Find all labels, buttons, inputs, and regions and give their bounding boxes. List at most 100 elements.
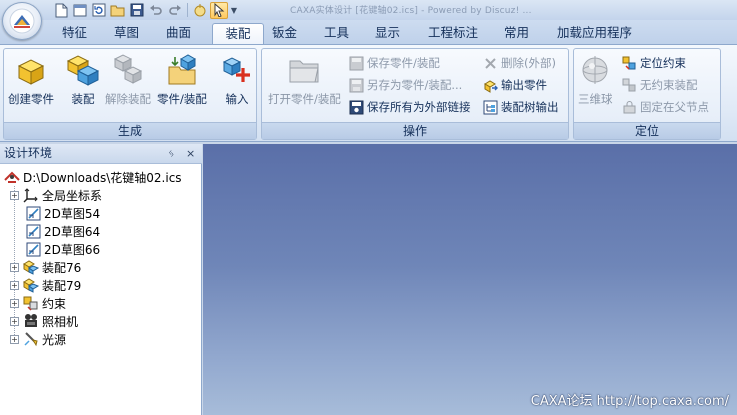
- smart-icon[interactable]: [191, 2, 209, 19]
- panel-header: 设计环境 ᛃ ×: [0, 144, 202, 164]
- constraint-node-icon: [23, 295, 39, 311]
- light-source-icon: [23, 331, 39, 347]
- expand-icon[interactable]: +: [10, 316, 19, 326]
- open-folder-icon[interactable]: [109, 2, 127, 19]
- expand-icon[interactable]: +: [10, 262, 19, 272]
- expand-icon[interactable]: +: [10, 190, 19, 200]
- tree-node-label: 全局坐标系: [42, 188, 103, 203]
- new-document-icon[interactable]: [52, 2, 70, 19]
- tree-node-label: 装配79: [42, 278, 82, 293]
- caxa-logo-icon[interactable]: [2, 2, 42, 40]
- save-part-icon: [349, 56, 364, 71]
- tab-sheet-metal[interactable]: 钣金: [266, 23, 303, 44]
- tab-load-applications[interactable]: 加载应用程序: [551, 23, 638, 44]
- 3d-viewport[interactable]: CAXA论坛 http://top.caxa.com/: [203, 144, 737, 415]
- part-assembly-icon: [165, 53, 199, 87]
- fix-parent-icon: [622, 100, 637, 115]
- tree-node-sketch-64[interactable]: 2D草图64: [0, 222, 200, 240]
- group-operate-label: 操作: [262, 122, 568, 139]
- tab-feature[interactable]: 特征: [56, 23, 93, 44]
- sketch-2d-icon: [25, 205, 41, 221]
- tree-root[interactable]: D:\Downloads\花键轴02.ics: [0, 168, 200, 186]
- new-window-icon[interactable]: [71, 2, 89, 19]
- assembly-label: 装配: [71, 92, 95, 106]
- tree-node-label: 2D草图66: [44, 242, 101, 257]
- fix-to-parent-button[interactable]: 固定在父节点: [622, 98, 709, 116]
- pointer-select-icon[interactable]: [210, 1, 228, 19]
- three-d-ball-button[interactable]: 三维球: [578, 53, 613, 107]
- ribbon-panel: 创建零件 装配 解除装配 零件/装配 输入 生成 打开零件/装配 保存零件/装配…: [0, 44, 737, 142]
- undo-icon[interactable]: [147, 2, 165, 19]
- coordinate-system-icon: [23, 187, 39, 203]
- save-icon[interactable]: [128, 2, 146, 19]
- tab-common[interactable]: 常用: [498, 23, 535, 44]
- delete-external-label: 删除(外部): [501, 56, 556, 70]
- assembly-node-icon: [23, 259, 39, 275]
- assembly-tree-export-button[interactable]: 装配树输出: [483, 98, 559, 116]
- design-tree: D:\Downloads\花键轴02.ics + 全局坐标系 2D草图54 2D…: [0, 168, 200, 348]
- three-d-ball-icon: [578, 53, 612, 87]
- tree-node-label: 2D草图64: [44, 224, 101, 239]
- design-file-icon: [4, 169, 20, 185]
- tree-node-label: 约束: [42, 296, 67, 311]
- unconstrained-assembly-label: 无约束装配: [640, 78, 698, 92]
- unconstrained-assembly-button[interactable]: 无约束装配: [622, 76, 698, 94]
- position-constraint-button[interactable]: 定位约束: [622, 54, 686, 72]
- tree-node-global-coordinates[interactable]: + 全局坐标系: [0, 186, 200, 204]
- tree-node-label: 装配76: [42, 260, 82, 275]
- assembly-button[interactable]: 装配: [66, 53, 100, 107]
- open-folder-icon: [287, 53, 321, 87]
- import-icon: [220, 53, 254, 87]
- save-as-part-assembly-label: 另存为零件/装配...: [367, 78, 463, 92]
- panel-title: 设计环境: [4, 146, 53, 160]
- tab-tools[interactable]: 工具: [318, 23, 355, 44]
- disassemble-label: 解除装配: [105, 92, 151, 106]
- save-part-assembly-label: 保存零件/装配: [367, 56, 440, 70]
- position-constraint-label: 定位约束: [640, 56, 686, 70]
- pin-icon[interactable]: ᛃ: [168, 144, 175, 163]
- title-bar: ▼ CAXA实体设计 [花键轴02.ics] - Powered by Disc…: [0, 0, 737, 20]
- create-part-button[interactable]: 创建零件: [8, 53, 54, 107]
- import-button[interactable]: 输入: [220, 53, 254, 107]
- tree-node-camera[interactable]: + 照相机: [0, 312, 200, 330]
- export-part-label: 输出零件: [501, 78, 547, 92]
- save-part-assembly-button[interactable]: 保存零件/装配: [349, 54, 440, 72]
- tree-node-constraints[interactable]: + 约束: [0, 294, 200, 312]
- export-part-button[interactable]: 输出零件: [483, 76, 547, 94]
- tab-engineering-annotation[interactable]: 工程标注: [422, 23, 484, 44]
- reload-icon[interactable]: [90, 2, 108, 19]
- tree-node-sketch-54[interactable]: 2D草图54: [0, 204, 200, 222]
- save-as-part-assembly-button[interactable]: 另存为零件/装配...: [349, 76, 462, 94]
- part-assembly-button[interactable]: 零件/装配: [157, 53, 207, 107]
- group-position-label: 定位: [574, 122, 720, 139]
- tree-node-sketch-66[interactable]: 2D草图66: [0, 240, 200, 258]
- constraint-icon: [622, 56, 637, 71]
- sketch-2d-icon: [25, 241, 41, 257]
- tree-node-light-source[interactable]: + 光源: [0, 330, 200, 348]
- tab-display[interactable]: 显示: [369, 23, 406, 44]
- tab-assembly[interactable]: 装配: [212, 23, 264, 44]
- disassemble-icon: [111, 53, 145, 87]
- disassemble-button[interactable]: 解除装配: [105, 53, 151, 107]
- expand-icon[interactable]: +: [10, 280, 19, 290]
- expand-icon[interactable]: +: [10, 298, 19, 308]
- group-operate: 打开零件/装配 保存零件/装配 另存为零件/装配... 保存所有为外部链接 删除…: [261, 48, 569, 140]
- group-generate: 创建零件 装配 解除装配 零件/装配 输入 生成: [3, 48, 257, 140]
- tree-node-label: 光源: [42, 332, 67, 347]
- tab-surface[interactable]: 曲面: [160, 23, 197, 44]
- tab-sketch[interactable]: 草图: [108, 23, 145, 44]
- close-icon[interactable]: ×: [186, 144, 195, 163]
- assembly-tree-icon: [483, 100, 498, 115]
- group-position: 三维球 定位约束 无约束装配 固定在父节点 定位: [573, 48, 721, 140]
- dropdown-icon[interactable]: ▼: [229, 2, 239, 19]
- delete-external-button[interactable]: 删除(外部): [483, 54, 556, 72]
- tree-node-assembly-79[interactable]: + 装配79: [0, 276, 200, 294]
- save-all-external-links-button[interactable]: 保存所有为外部链接: [349, 98, 471, 116]
- create-part-label: 创建零件: [8, 92, 54, 106]
- open-part-assembly-button[interactable]: 打开零件/装配: [268, 53, 341, 107]
- expand-icon[interactable]: +: [10, 334, 19, 344]
- tree-node-assembly-76[interactable]: + 装配76: [0, 258, 200, 276]
- sketch-2d-icon: [25, 223, 41, 239]
- redo-icon[interactable]: [166, 2, 184, 19]
- forum-watermark: CAXA论坛 http://top.caxa.com/: [530, 394, 729, 409]
